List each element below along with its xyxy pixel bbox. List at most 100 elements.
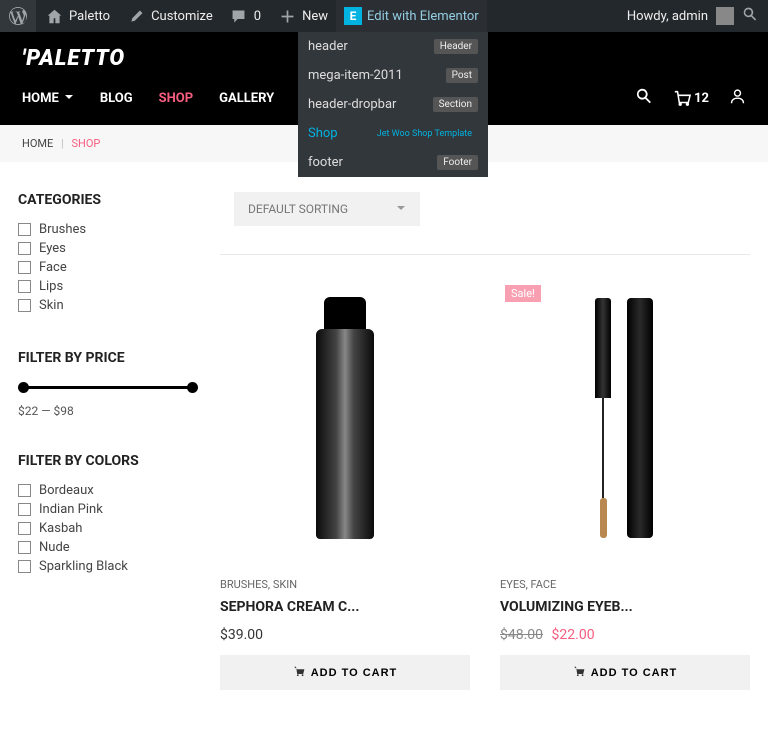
- add-to-cart-button[interactable]: ADD TO CART: [500, 655, 750, 690]
- comment-icon: [229, 6, 249, 26]
- chevron-down-icon: [64, 91, 74, 106]
- category-item[interactable]: Face: [18, 258, 198, 277]
- sidebar: CATEGORIES Brushes Eyes Face Lips Skin F…: [18, 192, 198, 690]
- slider-handle-min[interactable]: [18, 382, 29, 393]
- price-range-label: $22 — $98: [18, 404, 198, 418]
- sort-select[interactable]: DEFAULT SORTING: [234, 192, 420, 226]
- add-to-cart-button[interactable]: ADD TO CART: [220, 655, 470, 690]
- color-label: Indian Pink: [39, 502, 103, 517]
- user-icon[interactable]: [729, 88, 746, 109]
- product-grid: BRUSHES, SKIN SEPHORA CREAM C... $39.00 …: [220, 275, 750, 690]
- product-title[interactable]: SEPHORA CREAM C...: [220, 599, 470, 615]
- elementor-dd-item-active[interactable]: Shop Jet Woo Shop Template: [298, 119, 488, 148]
- price-slider[interactable]: [21, 386, 195, 389]
- ed-item-label: header-dropbar: [308, 97, 396, 112]
- product-title[interactable]: VOLUMIZING EYEB...: [500, 599, 750, 615]
- elementor-dd-item[interactable]: header Header: [298, 32, 488, 61]
- search-icon[interactable]: [635, 87, 653, 109]
- main-content: CATEGORIES Brushes Eyes Face Lips Skin F…: [0, 162, 768, 720]
- breadcrumb-current: SHOP: [71, 137, 100, 150]
- category-item[interactable]: Brushes: [18, 220, 198, 239]
- elementor-link[interactable]: E Edit with Elementor: [336, 0, 487, 32]
- chevron-down-icon: [396, 202, 406, 216]
- product-card: BRUSHES, SKIN SEPHORA CREAM C... $39.00 …: [220, 275, 470, 690]
- elementor-dd-item[interactable]: mega-item-2011 Post: [298, 61, 488, 90]
- customize-label: Customize: [151, 9, 213, 24]
- elementor-label: Edit with Elementor: [367, 9, 479, 24]
- ed-item-badge: Header: [434, 39, 478, 54]
- ed-item-label: Shop: [308, 126, 338, 141]
- cart-count: 12: [694, 91, 709, 106]
- color-label: Sparkling Black: [39, 559, 128, 574]
- color-item[interactable]: Sparkling Black: [18, 557, 198, 576]
- category-label: Brushes: [39, 222, 86, 237]
- nav-shop[interactable]: SHOP: [159, 91, 194, 106]
- wp-logo[interactable]: [0, 0, 36, 32]
- ed-item-badge: Post: [446, 68, 478, 83]
- cart-link[interactable]: 12: [673, 89, 709, 107]
- add-to-cart-label: ADD TO CART: [311, 667, 398, 679]
- color-item[interactable]: Kasbah: [18, 519, 198, 538]
- widget-title: FILTER BY COLORS: [18, 453, 198, 469]
- slider-handle-max[interactable]: [187, 382, 198, 393]
- ed-item-label: mega-item-2011: [308, 68, 403, 83]
- category-item[interactable]: Eyes: [18, 239, 198, 258]
- checkbox-icon: [18, 522, 31, 535]
- widget-categories: CATEGORIES Brushes Eyes Face Lips Skin: [18, 192, 198, 315]
- comments-count: 0: [254, 9, 261, 24]
- color-item[interactable]: Indian Pink: [18, 500, 198, 519]
- site-name-link[interactable]: Paletto: [36, 0, 118, 32]
- color-label: Nude: [39, 540, 70, 555]
- color-item[interactable]: Bordeaux: [18, 481, 198, 500]
- cart-icon: [673, 89, 691, 107]
- breadcrumb-sep: |: [61, 137, 64, 150]
- nav-gallery[interactable]: GALLERY: [219, 91, 274, 106]
- old-price: $48.00: [500, 627, 543, 643]
- color-label: Kasbah: [39, 521, 82, 536]
- product-price: $39.00: [220, 627, 470, 643]
- breadcrumb-home[interactable]: HOME: [22, 137, 53, 150]
- sort-label: DEFAULT SORTING: [248, 202, 348, 216]
- divider: [220, 254, 750, 255]
- shop-content: DEFAULT SORTING BRUSHES, SKIN SEPHORA CR…: [220, 192, 750, 690]
- category-label: Lips: [39, 279, 63, 294]
- new-link[interactable]: New: [269, 0, 336, 32]
- customize-link[interactable]: Customize: [118, 0, 221, 32]
- product-image[interactable]: Sale!: [500, 275, 750, 560]
- elementor-dd-item[interactable]: footer Footer: [298, 148, 488, 177]
- avatar-icon[interactable]: [716, 7, 734, 25]
- product-card: Sale! EYES, FACE VOLUMIZING EYEB... $48.…: [500, 275, 750, 690]
- checkbox-icon: [18, 484, 31, 497]
- ed-item-badge: Jet Woo Shop Template: [371, 127, 478, 141]
- nav-home[interactable]: HOME: [22, 91, 74, 106]
- category-item[interactable]: Lips: [18, 277, 198, 296]
- widget-colors: FILTER BY COLORS Bordeaux Indian Pink Ka…: [18, 453, 198, 576]
- checkbox-icon: [18, 541, 31, 554]
- brush-icon: [126, 6, 146, 26]
- checkbox-icon: [18, 280, 31, 293]
- category-item[interactable]: Skin: [18, 296, 198, 315]
- site-name-label: Paletto: [69, 9, 110, 24]
- nav-blog[interactable]: BLOG: [100, 91, 133, 106]
- sale-price: $22.00: [552, 627, 595, 643]
- product-categories[interactable]: BRUSHES, SKIN: [220, 578, 470, 591]
- category-label: Face: [39, 260, 67, 275]
- new-label: New: [302, 9, 328, 24]
- elementor-dd-item[interactable]: header-dropbar Section: [298, 90, 488, 119]
- wordpress-icon: [8, 6, 28, 26]
- widget-price-filter: FILTER BY PRICE $22 — $98: [18, 350, 198, 418]
- ed-item-badge: Footer: [437, 155, 478, 170]
- color-item[interactable]: Nude: [18, 538, 198, 557]
- checkbox-icon: [18, 503, 31, 516]
- add-to-cart-label: ADD TO CART: [591, 667, 678, 679]
- search-icon[interactable]: [742, 6, 758, 26]
- widget-title: FILTER BY PRICE: [18, 350, 198, 366]
- product-image[interactable]: [220, 275, 470, 560]
- nav-home-label: HOME: [22, 91, 59, 106]
- checkbox-icon: [18, 560, 31, 573]
- checkbox-icon: [18, 299, 31, 312]
- howdy-label[interactable]: Howdy, admin: [627, 9, 708, 24]
- comments-link[interactable]: 0: [221, 0, 269, 32]
- product-categories[interactable]: EYES, FACE: [500, 578, 750, 591]
- plus-icon: [277, 6, 297, 26]
